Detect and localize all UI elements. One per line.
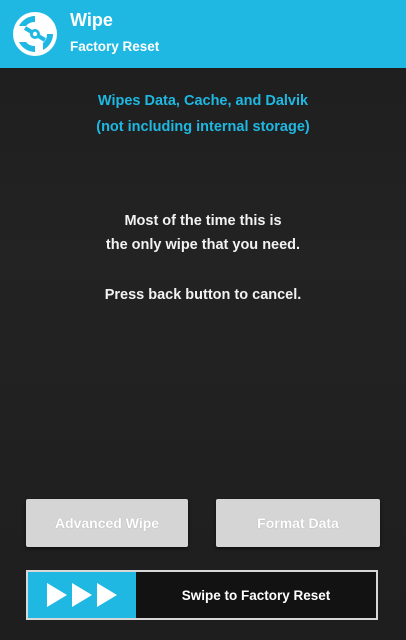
message-line-3: Press back button to cancel. <box>104 287 302 303</box>
arrow-right-icon <box>97 583 117 607</box>
header-bar: Wipe Factory Reset <box>0 0 406 68</box>
format-data-button[interactable]: Format Data <box>216 499 380 547</box>
twrp-wipe-screen: Wipe Factory Reset Wipes Data, Cache, an… <box>0 0 406 640</box>
twrp-logo-icon <box>13 12 57 56</box>
arrow-right-icon <box>47 583 67 607</box>
page-title: Wipe <box>70 10 113 30</box>
message-line-2: the only wipe that you need. <box>105 237 301 253</box>
slider-label: Swipe to Factory Reset <box>181 587 331 603</box>
message-line-1: Most of the time this is <box>124 213 282 229</box>
swipe-to-factory-reset-slider[interactable]: Swipe to Factory Reset <box>26 570 378 620</box>
advanced-wipe-button[interactable]: Advanced Wipe <box>26 499 188 547</box>
slider-handle[interactable] <box>28 572 136 618</box>
wipe-info-line-1: Wipes Data, Cache, and Dalvik <box>97 93 309 109</box>
wipe-info-line-2: (not including internal storage) <box>96 119 310 135</box>
arrow-right-icon <box>72 583 92 607</box>
page-subtitle: Factory Reset <box>70 39 160 54</box>
